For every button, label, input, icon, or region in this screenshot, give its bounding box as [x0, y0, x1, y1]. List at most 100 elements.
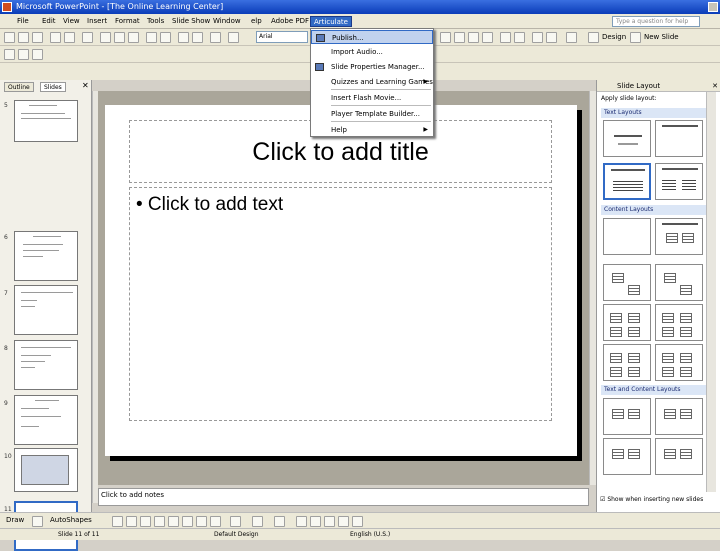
tab-outline[interactable]: Outline [4, 82, 34, 92]
undo-icon[interactable] [146, 32, 157, 43]
layout-content-6[interactable] [603, 344, 651, 381]
table-icon[interactable] [192, 32, 203, 43]
close-task-pane-icon[interactable]: ✕ [712, 80, 718, 92]
layout-content-7[interactable] [655, 344, 703, 381]
slide-thumbnail-10[interactable] [14, 448, 78, 492]
spelling-icon[interactable] [82, 32, 93, 43]
chart-icon[interactable] [178, 32, 189, 43]
layout-text-content-3[interactable] [603, 438, 651, 475]
layout-blank[interactable] [603, 218, 651, 255]
design-icon[interactable] [588, 32, 599, 43]
slide-thumbnail-7[interactable] [14, 285, 78, 335]
menu-window[interactable]: Window [210, 16, 244, 27]
menu-item-publish[interactable]: Publish... [311, 30, 433, 44]
arrow-style-icon[interactable] [324, 516, 335, 527]
bullets-icon[interactable] [482, 32, 493, 43]
print-icon[interactable] [50, 32, 61, 43]
shadow-icon[interactable] [338, 516, 349, 527]
decrease-font-icon[interactable] [514, 32, 525, 43]
menu-slide-show[interactable]: Slide Show [169, 16, 213, 27]
menu-file[interactable]: File [14, 16, 32, 27]
layout-title-slide[interactable] [603, 120, 651, 157]
indent-icon[interactable] [532, 32, 543, 43]
layout-text-content-4[interactable] [655, 438, 703, 475]
task-pane-scrollbar[interactable] [706, 92, 716, 492]
menu-item-slide-properties-manager[interactable]: Slide Properties Manager... [311, 60, 433, 74]
line-style-icon[interactable] [296, 516, 307, 527]
new-slide-icon[interactable] [630, 32, 641, 43]
menu-tools[interactable]: Tools [144, 16, 167, 27]
slide-thumbnail-6[interactable] [14, 231, 78, 281]
select-pointer-icon[interactable] [32, 516, 43, 527]
preview-icon[interactable] [64, 32, 75, 43]
3d-icon[interactable] [352, 516, 363, 527]
slide-thumbnail-9[interactable] [14, 395, 78, 445]
tab-slides[interactable]: Slides [40, 82, 66, 92]
dash-style-icon[interactable] [310, 516, 321, 527]
grid-icon[interactable] [32, 49, 43, 60]
line-icon[interactable] [112, 516, 123, 527]
menu-help[interactable]: elp [248, 16, 265, 27]
layout-two-column-text[interactable] [655, 163, 703, 200]
menu-item-player-template-builder[interactable]: Player Template Builder... [311, 107, 433, 121]
slide-thumbnail-5[interactable] [14, 100, 78, 142]
layout-content-2[interactable] [603, 264, 651, 301]
autoshapes-button[interactable]: AutoShapes [50, 516, 92, 524]
cut-icon[interactable] [100, 32, 111, 43]
clipart-icon[interactable] [210, 516, 221, 527]
paste-icon[interactable] [128, 32, 139, 43]
toolbar-option-icon[interactable] [4, 49, 15, 60]
oval-icon[interactable] [154, 516, 165, 527]
layout-text-content-1[interactable] [603, 398, 651, 435]
menu-adobe-pdf[interactable]: Adobe PDF [268, 16, 312, 27]
ask-question-input[interactable]: Type a question for help [612, 16, 700, 27]
layout-text-content-2[interactable] [655, 398, 703, 435]
body-placeholder[interactable]: • Click to add text [129, 187, 552, 421]
copy-icon[interactable] [114, 32, 125, 43]
menu-view[interactable]: View [60, 16, 83, 27]
menu-item-insert-flash-movie[interactable]: Insert Flash Movie... [311, 91, 433, 105]
save-icon[interactable] [32, 32, 43, 43]
increase-font-icon[interactable] [500, 32, 511, 43]
show-when-inserting-checkbox[interactable]: ☑ Show when inserting new slides [600, 496, 703, 503]
font-name-select[interactable]: Arial [256, 31, 308, 43]
layout-content-4[interactable] [603, 304, 651, 341]
menu-format[interactable]: Format [112, 16, 143, 27]
new-icon[interactable] [4, 32, 15, 43]
fill-color-icon[interactable] [230, 516, 241, 527]
menu-item-quizzes-and-learning-games[interactable]: Quizzes and Learning Games ▶ [311, 75, 433, 89]
outdent-icon[interactable] [546, 32, 557, 43]
layout-content[interactable] [655, 218, 703, 255]
draw-font-color-icon[interactable] [274, 516, 285, 527]
redo-icon[interactable] [160, 32, 171, 43]
layout-title-only[interactable] [655, 120, 703, 157]
menu-edit[interactable]: Edit [39, 16, 59, 27]
open-icon[interactable] [18, 32, 29, 43]
align-center-icon[interactable] [454, 32, 465, 43]
rectangle-icon[interactable] [140, 516, 151, 527]
show-formatting-icon[interactable] [18, 49, 29, 60]
notes-pane[interactable]: Click to add notes [98, 488, 589, 506]
font-color-icon[interactable] [566, 32, 577, 43]
menu-insert[interactable]: Insert [84, 16, 110, 27]
new-slide-button[interactable]: New Slide [644, 33, 679, 41]
slide-vertical-scrollbar[interactable] [589, 91, 596, 485]
diagram-icon[interactable] [196, 516, 207, 527]
menu-item-help[interactable]: Help ▶ [311, 123, 433, 137]
layout-title-and-text[interactable] [603, 163, 651, 200]
numbering-icon[interactable] [468, 32, 479, 43]
close-window-icon[interactable] [708, 2, 718, 12]
layout-content-3[interactable] [655, 264, 703, 301]
slide-thumbnail-8[interactable] [14, 340, 78, 390]
close-pane-icon[interactable]: ✕ [82, 81, 89, 90]
align-left-icon[interactable] [440, 32, 451, 43]
help-icon[interactable] [228, 32, 239, 43]
textbox-icon[interactable] [168, 516, 179, 527]
layout-content-5[interactable] [655, 304, 703, 341]
draw-menu-button[interactable]: Draw [6, 516, 24, 524]
menu-articulate[interactable]: Articulate [310, 16, 352, 27]
design-button[interactable]: Design [602, 33, 626, 41]
wordart-icon[interactable] [182, 516, 193, 527]
menu-item-import-audio[interactable]: Import Audio... [311, 45, 433, 59]
arrow-icon[interactable] [126, 516, 137, 527]
